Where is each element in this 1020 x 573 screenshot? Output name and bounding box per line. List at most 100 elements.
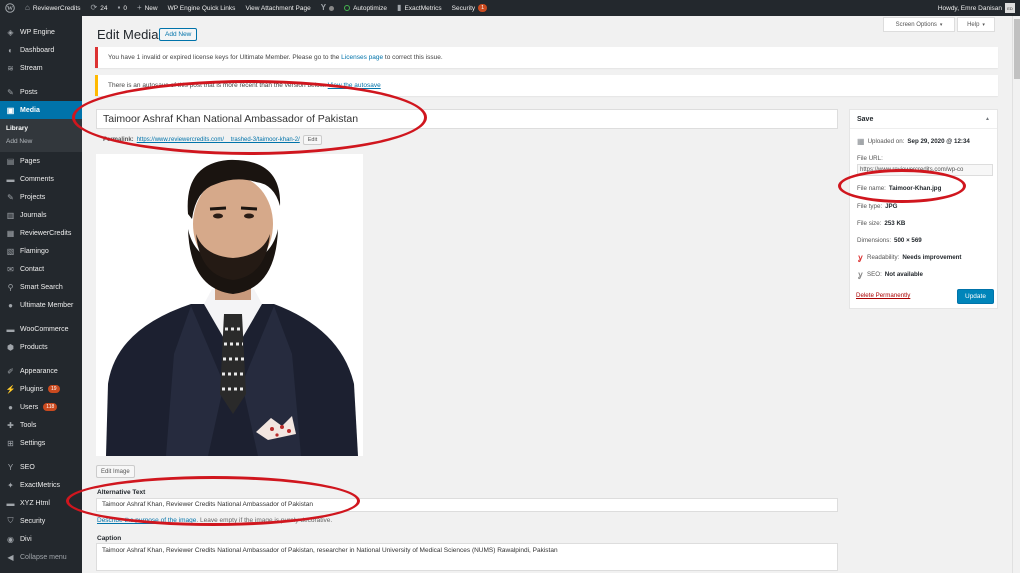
collapse-menu-button[interactable]: ◀ Collapse menu [0,548,82,566]
file-size-row: File size: 253 KB [857,220,906,227]
sidebar-item-users[interactable]: ● Users 118 [0,398,82,416]
admin-bar: W ⌂ ReviewerCredits ⟳ 24 ▪ 0 + New WP En… [0,0,1020,16]
sidebar-item-settings[interactable]: ⊞ Settings [0,434,82,452]
media-icon: ▣ [6,105,15,115]
svg-text:W: W [7,6,13,12]
list-icon: ▦ [6,228,15,238]
sidebar-item-stream[interactable]: ≋ Stream [0,59,82,77]
sidebar-item-dashboard[interactable]: ◐ Dashboard [0,41,82,59]
sidebar-item-flamingo[interactable]: ▧ Flamingo [0,242,82,260]
sidebar-item-journals[interactable]: ▥ Journals [0,206,82,224]
portrait-photo [96,154,363,456]
user-icon: ● [8,300,13,310]
sidebar-item-contact[interactable]: ✉ Contact [0,260,82,278]
sidebar-item-seo[interactable]: Y SEO [0,458,82,476]
sidebar-item-wp-engine[interactable]: ◈ WP Engine [0,23,82,41]
security-badge: 1 [478,4,488,12]
caption-label: Caption [97,535,122,542]
screen-options-button[interactable]: Screen Options ▾ [883,17,955,32]
comments-link[interactable]: ▪ 0 [112,0,131,16]
pin-icon: ✎ [7,87,14,97]
comment-icon: ▪ [117,3,121,12]
divi-icon: ◉ [7,534,14,544]
page-scrollbar[interactable] [1012,16,1020,573]
submenu-library[interactable]: Library [0,122,82,135]
license-notice-text-end: to correct this issue. [383,54,443,61]
help-button[interactable]: Help ▾ [957,17,995,32]
sidebar-item-divi[interactable]: ◉ Divi [0,530,82,548]
save-metabox: Save ▲ ▦ Uploaded on: Sep 29, 2020 @ 12:3… [849,109,998,309]
sidebar-item-smart-search[interactable]: ⚲ Smart Search [0,278,82,296]
sidebar-item-posts[interactable]: ✎ Posts [0,83,82,101]
admin-sidebar: ◈ WP Engine ◐ Dashboard ≋ Stream ✎ Posts ▣ Me… [0,16,82,573]
toggle-arrow-icon[interactable]: ▲ [985,116,990,122]
edit-image-button[interactable]: Edit Image [96,465,135,478]
brush-icon: ✐ [7,366,14,376]
sidebar-item-media[interactable]: ▣ Media [0,101,82,119]
edit-slug-button[interactable]: Edit [302,135,323,145]
new-content-link[interactable]: + New [132,0,163,16]
my-account-menu[interactable]: Howdy, Emre Danisan ED [933,0,1020,16]
seo-score-dot [329,5,335,11]
save-metabox-header[interactable]: Save ▲ [850,110,997,129]
add-new-button[interactable]: Add New [159,28,198,41]
box-icon: ⬢ [7,342,14,352]
permalink-row: Permalink: https://www.reviewercredits.c… [103,135,323,145]
sidebar-item-appearance[interactable]: ✐ Appearance [0,362,82,380]
sidebar-item-plugins[interactable]: ⚡ Plugins 19 [0,380,82,398]
sidebar-item-comments[interactable]: ▬ Comments [0,170,82,188]
wp-engine-quick-links[interactable]: WP Engine Quick Links [163,0,241,16]
sidebar-item-xyz-html[interactable]: ▬ XYZ Html [0,494,82,512]
sidebar-item-ultimate-member[interactable]: ● Ultimate Member [0,296,82,314]
delete-permanently-link[interactable]: Delete Permanently [856,292,910,299]
submenu-add-new[interactable]: Add New [0,135,82,148]
sidebar-item-pages[interactable]: ▤ Pages [0,152,82,170]
update-button[interactable]: Update [957,289,994,304]
licenses-page-link[interactable]: Licenses page [341,54,383,61]
alt-help-link[interactable]: Describe the purpose of the image [97,517,196,524]
view-autosave-link[interactable]: View the autosave [328,82,381,89]
alt-text-input[interactable]: Taimoor Ashraf Khan, Reviewer Credits Na… [96,498,838,512]
updates-link[interactable]: ⟳ 24 [86,0,113,16]
yoast-icon: Y [320,3,327,12]
sidebar-item-products[interactable]: ⬢ Products [0,338,82,356]
chart-icon: ✦ [7,480,14,490]
wrench-icon: ✚ [7,420,14,430]
woo-icon: ▬ [6,324,15,334]
search-icon: ⚲ [7,282,14,292]
view-attachment-link[interactable]: View Attachment Page [240,0,315,16]
pin-icon: ✎ [7,192,14,202]
caption-textarea[interactable]: Taimoor Ashraf Khan, Reviewer Credits Na… [96,543,838,571]
autoptimize-menu[interactable]: Autoptimize [339,0,392,16]
sidebar-item-security[interactable]: ⛉ Security [0,512,82,530]
file-type-row: File type: JPG [857,203,898,210]
sidebar-item-tools[interactable]: ✚ Tools [0,416,82,434]
sidebar-item-exactmetrics[interactable]: ✦ ExactMetrics [0,476,82,494]
autosave-notice-text: There is an autosave of this post that i… [108,82,326,89]
file-url-input[interactable]: https://www.reviewercredits.com/wp-co [857,164,993,176]
plugins-badge: 19 [47,385,60,393]
readability-row: ỿ Readability: Needs improvement [858,253,962,262]
users-icon: ● [8,402,13,412]
scrollbar-thumb[interactable] [1014,19,1020,79]
comment-icon: ▬ [6,174,15,184]
sidebar-item-woocommerce[interactable]: ▬ WooCommerce [0,320,82,338]
chevron-down-icon: ▾ [982,21,985,28]
dashboard-icon: ◐ [8,45,13,55]
title-input[interactable]: Taimoor Ashraf Khan National Ambassador … [96,109,838,129]
sidebar-item-reviewercredits[interactable]: ▦ ReviewerCredits [0,224,82,242]
alt-text-help: Describe the purpose of the image. Leave… [97,517,332,524]
site-name-link[interactable]: ⌂ ReviewerCredits [20,0,86,16]
yoast-icon: Y [7,462,14,472]
dimensions-row: Dimensions: 500 × 569 [857,237,922,244]
exactmetrics-menu[interactable]: ▮ ExactMetrics [392,0,447,16]
security-menu[interactable]: Security 1 [447,0,493,16]
permalink-url[interactable]: https://www.reviewercredits.com/__trashe… [137,137,300,143]
updates-icon: ⟳ [90,3,98,12]
shield-icon: ⛉ [7,516,14,525]
sidebar-item-projects[interactable]: ✎ Projects [0,188,82,206]
wp-logo-icon[interactable]: W [0,0,20,16]
file-name-row: File name: Taimoor-Khan.jpg [857,185,942,192]
collapse-icon: ◀ [7,552,14,562]
yoast-menu[interactable]: Y [316,0,339,16]
